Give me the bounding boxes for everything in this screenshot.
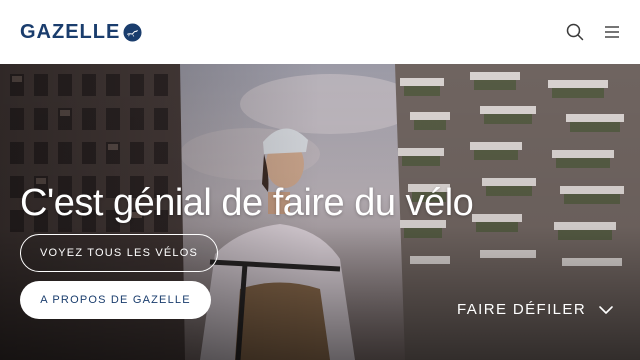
search-button[interactable] xyxy=(565,22,585,42)
see-all-bikes-button[interactable]: VOYEZ TOUS LES VÉLOS xyxy=(20,234,218,272)
chevron-down-icon xyxy=(598,302,614,318)
about-gazelle-button[interactable]: A PROPOS DE GAZELLE xyxy=(20,281,211,319)
scroll-down-button[interactable]: FAIRE DÉFILER xyxy=(457,300,614,320)
scroll-label: FAIRE DÉFILER xyxy=(457,301,587,318)
gazelle-logo[interactable]: GAZELLE xyxy=(20,20,142,44)
gazelle-emblem-icon xyxy=(123,22,142,42)
about-gazelle-label: A PROPOS DE GAZELLE xyxy=(40,294,191,306)
see-all-bikes-label: VOYEZ TOUS LES VÉLOS xyxy=(39,247,199,259)
hero-banner: C'est génial de faire du vélo VOYEZ TOUS… xyxy=(0,64,640,360)
menu-button[interactable] xyxy=(602,22,622,42)
logo-wordmark: GAZELLE xyxy=(20,21,121,43)
site-header: GAZELLE xyxy=(0,0,640,64)
search-icon xyxy=(566,23,584,41)
hero-headline: C'est génial de faire du vélo xyxy=(20,182,474,224)
hamburger-menu-icon xyxy=(603,24,621,40)
